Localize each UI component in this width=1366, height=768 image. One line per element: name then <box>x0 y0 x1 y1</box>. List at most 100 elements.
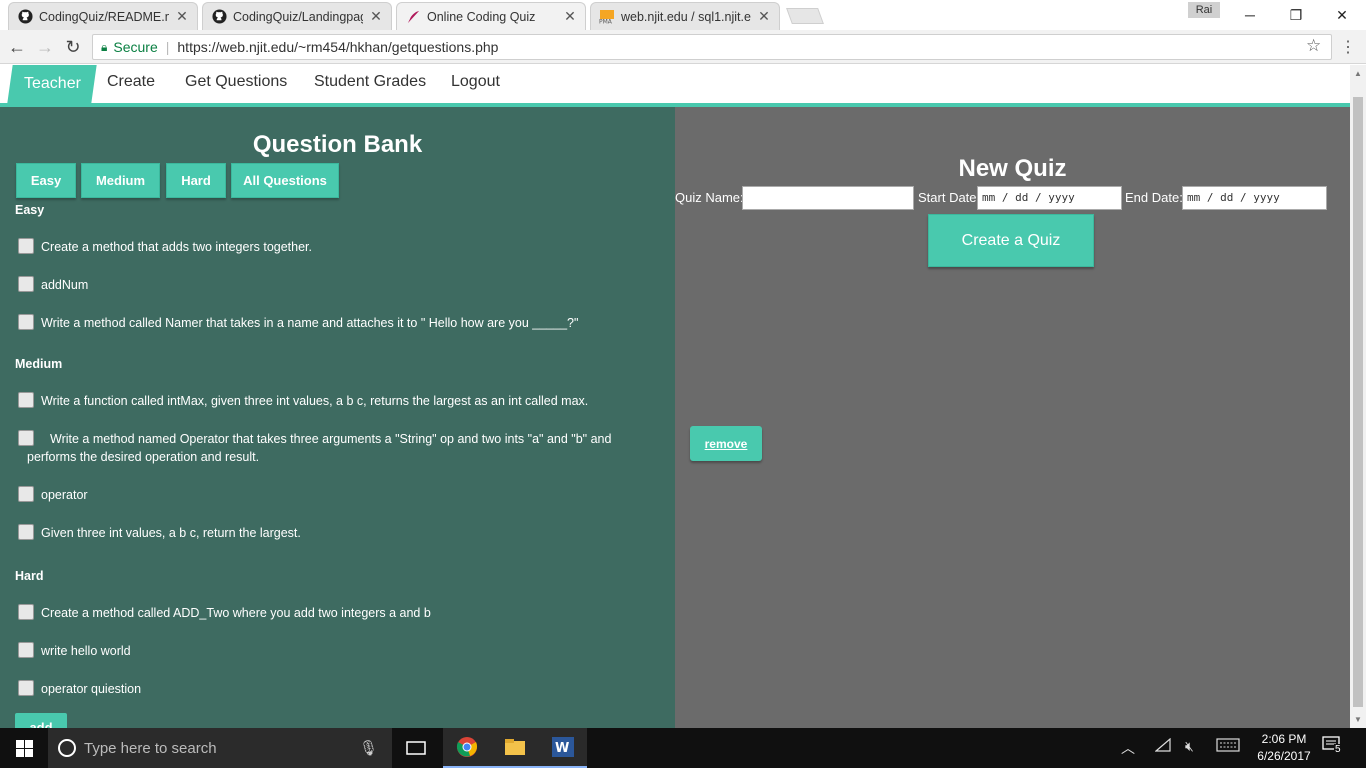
filter-all-questions-button[interactable]: All Questions <box>231 163 339 198</box>
network-icon[interactable] <box>1154 737 1171 755</box>
browser-toolbar: ← → ↻ 🔒︎ Secure | https://web.njit.edu/~… <box>0 30 1366 64</box>
list-item: Given three int values, a b c, return th… <box>18 524 648 542</box>
windows-start-icon[interactable] <box>0 728 48 768</box>
cortana-icon <box>58 739 76 757</box>
close-tab-icon[interactable]: ✕ <box>757 8 771 25</box>
tab-title: CodingQuiz/README.mc <box>39 9 169 24</box>
nav-item-teacher[interactable]: Teacher <box>7 65 97 103</box>
browser-tab-landingpage[interactable]: CodingQuiz/Landingpag ✕ <box>202 2 392 30</box>
search-placeholder: Type here to search <box>84 739 217 757</box>
bookmark-star-icon[interactable]: ☆ <box>1306 36 1321 56</box>
task-view-icon[interactable] <box>392 728 440 768</box>
scroll-up-icon[interactable]: ▲ <box>1354 69 1362 78</box>
clock-date: 6/26/2017 <box>1257 749 1311 763</box>
question-checkbox[interactable] <box>18 392 34 408</box>
chrome-icon[interactable] <box>443 728 491 768</box>
new-quiz-panel: New Quiz Quiz Name: Start Date: mm / dd … <box>675 107 1350 728</box>
divider: | <box>165 39 170 55</box>
question-checkbox[interactable] <box>18 486 34 502</box>
tab-title: CodingQuiz/Landingpag <box>233 9 363 24</box>
question-checkbox[interactable] <box>18 604 34 620</box>
scrollbar-thumb[interactable] <box>1353 97 1363 707</box>
profile-badge[interactable]: Rai <box>1188 2 1220 18</box>
svg-text:PMA: PMA <box>599 19 613 25</box>
nav-item-logout[interactable]: Logout <box>451 73 500 91</box>
back-icon[interactable]: ← <box>6 36 28 58</box>
filter-hard-button[interactable]: Hard <box>166 163 226 198</box>
question-checkbox[interactable] <box>18 680 34 696</box>
github-icon <box>17 9 33 25</box>
list-item: Create a method called ADD_Two where you… <box>18 604 648 622</box>
end-date-input[interactable]: mm / dd / yyyy <box>1182 186 1327 210</box>
group-label-hard: Hard <box>15 569 44 583</box>
browser-tab-phpmyadmin[interactable]: PMA web.njit.edu / sql1.njit.ed ✕ <box>590 2 780 30</box>
address-bar[interactable]: 🔒︎ Secure | https://web.njit.edu/~rm454/… <box>92 34 1332 60</box>
list-item: Write a method named Operator that takes… <box>18 430 643 466</box>
quiz-name-label: Quiz Name: <box>675 190 744 205</box>
browser-menu-icon[interactable]: ⋮ <box>1340 37 1356 57</box>
filter-easy-button[interactable]: Easy <box>16 163 76 198</box>
quiz-name-input[interactable] <box>742 186 914 210</box>
list-item: operator quiestion <box>18 680 648 698</box>
github-icon <box>211 9 227 25</box>
add-button[interactable]: add <box>15 713 67 728</box>
close-tab-icon[interactable]: ✕ <box>563 8 577 25</box>
word-icon[interactable]: W <box>539 728 587 768</box>
filter-medium-button[interactable]: Medium <box>81 163 160 198</box>
list-item: operator <box>18 486 648 504</box>
start-date-input[interactable]: mm / dd / yyyy <box>977 186 1122 210</box>
page-viewport: Teacher Create Get Questions Student Gra… <box>0 65 1350 728</box>
question-text: operator quiestion <box>41 682 142 696</box>
question-text: Write a function called intMax, given th… <box>41 394 589 408</box>
url-text: https://web.njit.edu/~rm454/hkhan/getque… <box>177 39 499 55</box>
question-text: Write a method named Operator that takes… <box>27 432 612 464</box>
minimize-icon[interactable]: ─ <box>1227 0 1273 30</box>
close-tab-icon[interactable]: ✕ <box>369 8 383 25</box>
new-tab-button[interactable] <box>786 8 824 24</box>
question-checkbox[interactable] <box>18 314 34 330</box>
question-checkbox[interactable] <box>18 642 34 658</box>
question-text: write hello world <box>41 644 131 658</box>
close-window-icon[interactable]: ✕ <box>1319 0 1365 30</box>
file-explorer-icon[interactable] <box>491 728 539 768</box>
browser-tab-online-coding-quiz[interactable]: Online Coding Quiz ✕ <box>396 2 586 30</box>
question-text: Write a method called Namer that takes i… <box>41 316 579 330</box>
nav-item-student-grades[interactable]: Student Grades <box>314 73 426 91</box>
browser-tab-readme[interactable]: CodingQuiz/README.mc ✕ <box>8 2 198 30</box>
question-checkbox[interactable] <box>18 238 34 254</box>
question-text: addNum <box>41 278 89 292</box>
question-text: Create a method that adds two integers t… <box>41 240 313 254</box>
question-checkbox[interactable] <box>18 276 34 292</box>
site-navigation: Teacher Create Get Questions Student Gra… <box>0 65 1350 107</box>
svg-text:W: W <box>555 741 569 756</box>
reload-icon[interactable]: ↻ <box>62 36 84 58</box>
page-scrollbar[interactable]: ▲ ▼ <box>1350 65 1366 728</box>
question-text: Create a method called ADD_Two where you… <box>41 606 431 620</box>
volume-muted-icon[interactable]: 🔇︎ <box>1185 738 1194 755</box>
question-bank-panel: Question Bank Easy Medium Hard All Quest… <box>0 107 675 728</box>
scroll-down-icon[interactable]: ▼ <box>1354 715 1362 724</box>
restore-icon[interactable]: ❐ <box>1273 0 1319 30</box>
list-item: Create a method that adds two integers t… <box>18 238 648 256</box>
system-clock[interactable]: 2:06 PM 6/26/2017 <box>1248 731 1320 765</box>
group-label-easy: Easy <box>15 203 45 217</box>
taskbar-search-input[interactable]: Type here to search 🎙︎ <box>48 728 392 768</box>
nav-item-create[interactable]: Create <box>107 73 155 91</box>
remove-button[interactable]: remove <box>690 426 762 461</box>
browser-tab-strip: CodingQuiz/README.mc ✕ CodingQuiz/Landin… <box>0 0 1366 30</box>
show-hidden-icons-icon[interactable]: ︿ <box>1121 738 1135 758</box>
end-date-label: End Date: <box>1125 190 1183 205</box>
nav-item-get-questions[interactable]: Get Questions <box>185 73 287 91</box>
list-item: write hello world <box>18 642 648 660</box>
action-center-icon[interactable]: 5 <box>1322 736 1346 760</box>
notification-count: 5 <box>1334 744 1342 755</box>
list-item: Write a function called intMax, given th… <box>18 392 648 410</box>
close-tab-icon[interactable]: ✕ <box>175 8 189 25</box>
keyboard-icon[interactable] <box>1216 738 1240 755</box>
question-checkbox[interactable] <box>18 524 34 540</box>
microphone-icon[interactable]: 🎙︎ <box>359 739 378 757</box>
forward-icon[interactable]: → <box>34 36 56 58</box>
question-checkbox[interactable] <box>18 430 34 446</box>
create-quiz-button[interactable]: Create a Quiz <box>928 214 1094 267</box>
list-item: Write a method called Namer that takes i… <box>18 314 648 332</box>
